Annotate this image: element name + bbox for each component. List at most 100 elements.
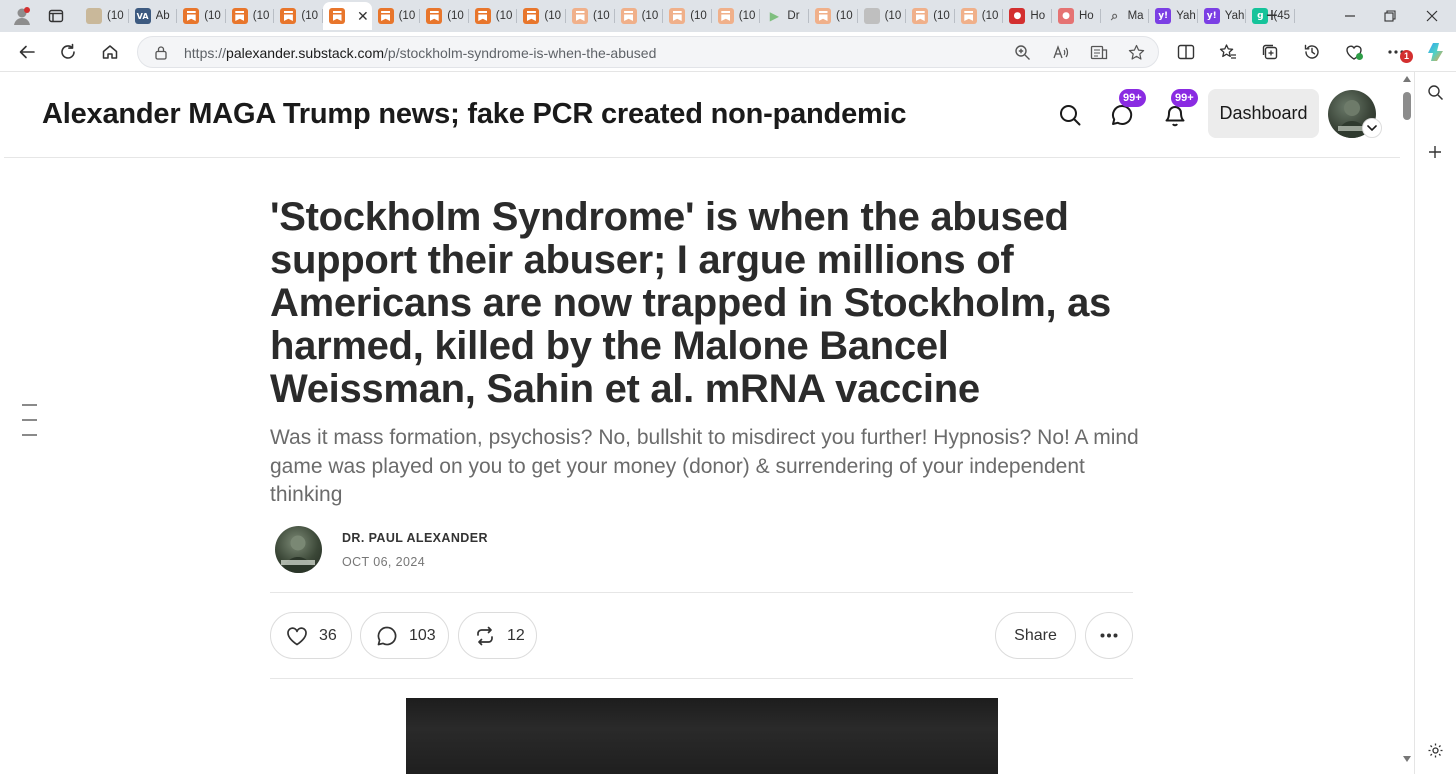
substack-icon (669, 8, 686, 24)
edge-sidebar (1414, 72, 1456, 774)
sidebar-add-icon[interactable] (1427, 144, 1443, 160)
url-host: palexander.substack.com (226, 45, 385, 61)
url-text[interactable]: https://palexander.substack.com/p/stockh… (184, 45, 656, 61)
tab-separator (1293, 9, 1295, 23)
substack-icon (231, 8, 248, 24)
author-avatar[interactable] (275, 526, 322, 573)
close-tab-icon[interactable]: ✕ (357, 8, 369, 25)
tab[interactable]: y! Yah (1198, 2, 1247, 30)
tab[interactable]: (10 (906, 2, 955, 30)
tab-title: (10 (593, 10, 610, 22)
copilot-icon[interactable] (1421, 36, 1453, 68)
refresh-button[interactable] (53, 38, 83, 66)
post-hero-image[interactable] (406, 698, 998, 774)
divider (270, 678, 1133, 679)
restore-button[interactable] (1376, 3, 1404, 29)
tab[interactable]: (10 (274, 2, 323, 30)
immersive-reader-icon[interactable] (1090, 44, 1108, 61)
tab[interactable]: (10 (420, 2, 469, 30)
browser-essentials-icon[interactable] (1339, 38, 1369, 66)
image-thumb-icon (86, 8, 102, 24)
tab[interactable]: (10 (955, 2, 1004, 30)
account-menu-chevron-icon[interactable] (1362, 118, 1382, 138)
comment-button[interactable]: 103 (360, 612, 449, 659)
url-path: /p/stockholm-syndrome-is-when-the-abused (384, 45, 657, 61)
tab[interactable]: ⌕ Ma (1101, 2, 1150, 30)
read-aloud-icon[interactable] (1052, 44, 1069, 61)
lock-icon[interactable] (154, 45, 168, 60)
like-button[interactable]: 36 (270, 612, 352, 659)
red-app-icon: ● (1009, 8, 1026, 24)
address-bar[interactable]: https://palexander.substack.com/p/stockh… (137, 36, 1159, 68)
substack-icon (815, 8, 831, 24)
tab[interactable]: y! Yah (1149, 2, 1198, 30)
tab[interactable]: (10 (469, 2, 518, 30)
tab[interactable]: ● Ho (1003, 2, 1052, 30)
tab[interactable]: (10 (80, 2, 129, 30)
page-scrollbar[interactable] (1400, 72, 1414, 774)
tab[interactable]: (10 (712, 2, 761, 30)
tab[interactable]: ▶ Dr (760, 2, 809, 30)
substack-icon (620, 8, 637, 24)
table-of-contents-icon[interactable] (22, 404, 38, 440)
tab[interactable]: (10 (663, 2, 712, 30)
substack-icon (426, 8, 443, 24)
publication-title[interactable]: Alexander MAGA Trump news; fake PCR crea… (42, 98, 907, 131)
tab[interactable]: (10 (858, 2, 907, 30)
tab[interactable]: (10 (177, 2, 226, 30)
scroll-up-arrow-icon[interactable] (1403, 76, 1411, 82)
tab-title: Ho (1079, 10, 1094, 22)
zoom-icon[interactable] (1014, 44, 1031, 61)
collections-icon[interactable] (1255, 38, 1285, 66)
favorite-star-icon[interactable] (1128, 44, 1145, 61)
back-button[interactable] (12, 38, 42, 66)
history-icon[interactable] (1297, 38, 1327, 66)
tab-title: (10 (301, 10, 319, 22)
tab-title: Yah (1176, 10, 1196, 22)
like-count: 36 (319, 626, 337, 644)
tab-title: (10 (981, 10, 999, 22)
sidebar-search-icon[interactable] (1427, 84, 1444, 101)
favorites-icon[interactable] (1213, 38, 1243, 66)
tab-title: (10 (933, 10, 950, 22)
tab[interactable]: (10 (517, 2, 566, 30)
sidebar-settings-icon[interactable] (1427, 742, 1444, 759)
dashboard-button[interactable]: Dashboard (1208, 89, 1319, 138)
heart-icon (286, 626, 308, 646)
more-options-button[interactable] (1085, 612, 1133, 659)
substack-icon (329, 8, 345, 24)
tab-title: Yah (1224, 10, 1245, 22)
restack-icon (474, 625, 496, 647)
restack-button[interactable]: 12 (458, 612, 537, 659)
new-tab-button[interactable]: + (1258, 3, 1286, 29)
tab[interactable]: (10 (372, 2, 421, 30)
split-screen-icon[interactable] (1171, 38, 1201, 66)
minimize-button[interactable] (1336, 3, 1364, 29)
search-icon[interactable] (1055, 100, 1085, 130)
tab-active[interactable]: ✕ (323, 2, 372, 30)
author-name[interactable]: DR. PAUL ALEXANDER (342, 531, 488, 545)
tab[interactable]: (10 (226, 2, 275, 30)
close-window-button[interactable] (1418, 3, 1446, 29)
tab[interactable]: (10 (566, 2, 615, 30)
tab-title: (10 (495, 10, 513, 22)
tab-actions-icon[interactable] (42, 3, 70, 29)
scroll-down-arrow-icon[interactable] (1403, 756, 1411, 762)
tab[interactable]: (10 (809, 2, 858, 30)
tab[interactable]: VA Ab (129, 2, 178, 30)
play-icon: ▶ (769, 9, 779, 23)
tab[interactable]: ● Ho (1052, 2, 1101, 30)
tab[interactable]: (10 (615, 2, 664, 30)
settings-more-icon[interactable]: 1 (1381, 38, 1413, 66)
tab-title: Ma (1127, 10, 1144, 22)
extension-alert-badge: 1 (1400, 50, 1413, 63)
chat-badge: 99+ (1119, 89, 1146, 107)
tab-title: (10 (836, 10, 853, 22)
home-button[interactable] (95, 38, 125, 66)
share-button[interactable]: Share (995, 612, 1076, 659)
substack-icon (960, 8, 977, 24)
profile-icon[interactable] (8, 3, 36, 29)
post-title: 'Stockholm Syndrome' is when the abused … (270, 195, 1111, 411)
scroll-thumb[interactable] (1403, 92, 1411, 120)
search-icon: ⌕ (1110, 8, 1119, 24)
